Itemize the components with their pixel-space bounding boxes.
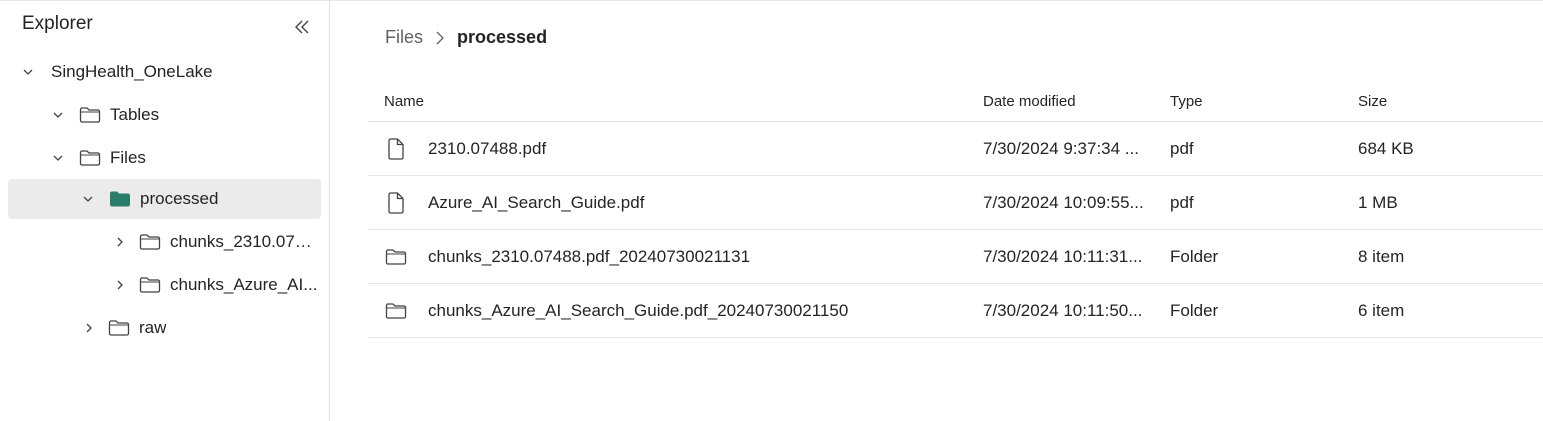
folder-icon <box>139 275 161 295</box>
tree-item-processed[interactable]: processed <box>8 179 321 219</box>
tree-item-files[interactable]: Files <box>50 138 320 178</box>
main-content: Files processed Name Date modified Type … <box>330 0 1543 421</box>
chevron-down-icon[interactable] <box>50 150 66 166</box>
tree-item-raw[interactable]: raw <box>81 308 320 348</box>
column-header-size[interactable]: Size <box>1358 93 1387 110</box>
chevron-down-icon[interactable] <box>20 64 36 80</box>
folder-icon <box>385 245 407 269</box>
file-icon <box>385 137 407 161</box>
folder-name[interactable]: chunks_Azure_AI_Search_Guide.pdf_2024073… <box>428 301 848 321</box>
table-header: Name Date modified Type Size <box>368 81 1543 122</box>
chevron-down-icon[interactable] <box>50 107 66 123</box>
date-modified: 7/30/2024 9:37:34 ... <box>983 139 1139 158</box>
chevron-right-icon[interactable] <box>81 320 97 336</box>
date-modified: 7/30/2024 10:11:31... <box>983 247 1143 266</box>
file-name[interactable]: 2310.07488.pdf <box>428 139 546 159</box>
file-icon <box>385 191 407 215</box>
files-table: Name Date modified Type Size 2310.07488.… <box>368 81 1543 338</box>
file-type: Folder <box>1170 301 1219 320</box>
table-row[interactable]: 2310.07488.pdf 7/30/2024 9:37:34 ... pdf… <box>368 122 1543 176</box>
folder-icon <box>108 318 130 338</box>
date-modified: 7/30/2024 10:11:50... <box>983 301 1143 320</box>
explorer-sidebar: Explorer SingHealth_OneLake Tables Files <box>0 0 330 421</box>
tree-item-chunks-2310[interactable]: chunks_2310.074... <box>112 222 320 262</box>
folder-icon <box>139 232 161 252</box>
collapse-sidebar-button[interactable] <box>290 15 314 39</box>
table-row[interactable]: Azure_AI_Search_Guide.pdf 7/30/2024 10:0… <box>368 176 1543 230</box>
chevron-down-icon[interactable] <box>80 191 96 207</box>
chevron-right-icon[interactable] <box>112 234 128 250</box>
breadcrumb-files-link[interactable]: Files <box>385 27 423 48</box>
column-header-date[interactable]: Date modified <box>983 93 1076 110</box>
folder-icon <box>79 148 101 168</box>
file-name[interactable]: Azure_AI_Search_Guide.pdf <box>428 193 644 213</box>
tree-item-label: chunks_2310.074... <box>170 232 318 251</box>
tree-item-label: raw <box>139 318 167 337</box>
explorer-title: Explorer <box>22 13 93 34</box>
tree-item-chunks-azure[interactable]: chunks_Azure_AI... <box>112 265 320 305</box>
date-modified: 7/30/2024 10:09:55... <box>983 193 1144 212</box>
folder-icon <box>79 105 101 125</box>
chevron-right-icon[interactable] <box>112 277 128 293</box>
column-header-name[interactable]: Name <box>384 93 424 110</box>
breadcrumb-current: processed <box>457 27 548 47</box>
folder-name[interactable]: chunks_2310.07488.pdf_20240730021131 <box>428 247 750 267</box>
tree-item-label: Files <box>110 148 146 167</box>
chevron-right-icon <box>434 31 446 45</box>
file-size: 1 MB <box>1358 193 1398 212</box>
item-count: 6 item <box>1358 301 1405 320</box>
tree-item-label: SingHealth_OneLake <box>51 62 213 81</box>
folder-icon <box>385 299 407 323</box>
item-count: 8 item <box>1358 247 1405 266</box>
breadcrumb: Files processed <box>385 27 547 48</box>
file-type: Folder <box>1170 247 1219 266</box>
tree-item-workspace[interactable]: SingHealth_OneLake <box>20 52 320 92</box>
double-chevron-left-icon <box>295 20 309 34</box>
folder-filled-icon <box>109 189 131 209</box>
table-row[interactable]: chunks_2310.07488.pdf_20240730021131 7/3… <box>368 230 1543 284</box>
column-header-type[interactable]: Type <box>1170 93 1203 110</box>
file-size: 684 KB <box>1358 139 1414 158</box>
tree-item-label: chunks_Azure_AI... <box>170 275 318 294</box>
file-type: pdf <box>1170 193 1194 212</box>
tree-item-tables[interactable]: Tables <box>50 95 320 135</box>
file-type: pdf <box>1170 139 1194 158</box>
tree-item-label: processed <box>140 189 219 208</box>
tree-item-label: Tables <box>110 105 160 124</box>
table-row[interactable]: chunks_Azure_AI_Search_Guide.pdf_2024073… <box>368 284 1543 338</box>
